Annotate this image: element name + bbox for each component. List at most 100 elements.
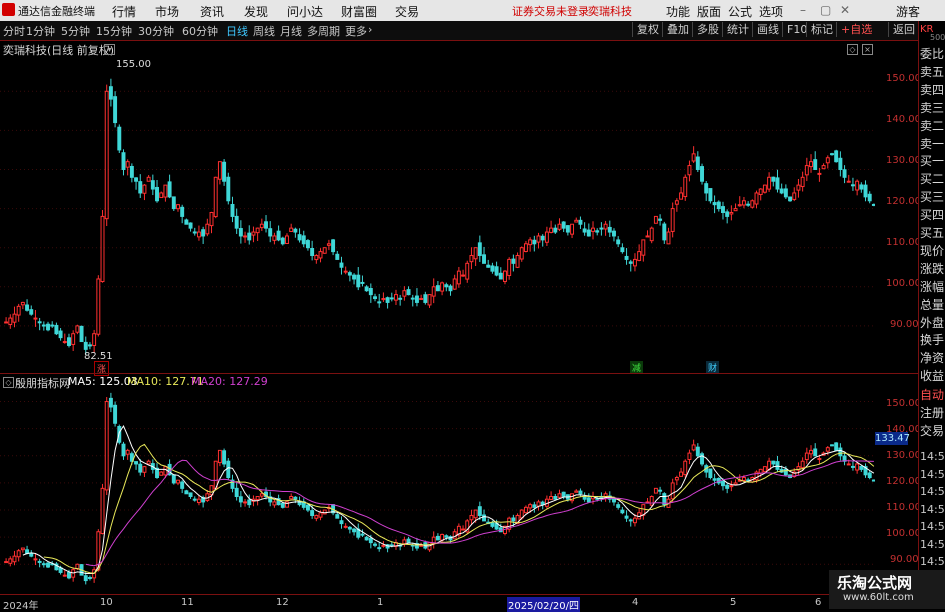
candle [71, 330, 76, 351]
indicator-settings-icon[interactable]: ◇ [3, 377, 14, 388]
menu-wenxiaoda[interactable]: 问小达 [287, 3, 323, 20]
candle [62, 333, 67, 344]
period-60min[interactable]: 60分钟 [182, 23, 218, 39]
watermark-url: www.60lt.com [843, 592, 914, 603]
candle [385, 296, 390, 309]
menu-caifuquan[interactable]: 财富圈 [341, 3, 377, 20]
candle-body [750, 200, 755, 208]
period-15min[interactable]: 15分钟 [96, 23, 132, 39]
candle [16, 549, 21, 562]
panel-close-icon[interactable]: × [862, 44, 873, 55]
minimize-icon[interactable]: – [800, 3, 806, 17]
menu-shichang[interactable]: 市场 [155, 3, 179, 20]
period-month[interactable]: 月线 [280, 23, 302, 39]
menu-faxian[interactable]: 发现 [244, 3, 268, 20]
btn-back[interactable]: 返回 [888, 22, 919, 37]
btn-tongji[interactable]: 统计 [722, 22, 753, 37]
candle-body [482, 254, 486, 264]
trade-auto[interactable]: 自动 [920, 386, 945, 403]
candle-body [264, 221, 268, 229]
quote-item: 买三 [920, 190, 945, 205]
period-fenshi[interactable]: 分时 [3, 23, 25, 39]
menu-zixun[interactable]: 资讯 [200, 3, 224, 20]
stock-name-title: 奕瑞科技 [588, 5, 632, 18]
menu-banmian[interactable]: 版面 [697, 3, 721, 20]
candle [641, 239, 646, 262]
candle [767, 172, 772, 192]
trade-jiaoyi[interactable]: 交易 [920, 422, 945, 439]
period-more[interactable]: 更多 [345, 23, 367, 39]
tick-time: 14:56 [920, 555, 945, 568]
candle [222, 159, 227, 186]
candle-body [704, 183, 709, 194]
candle [184, 218, 189, 225]
indicator-chart-panel[interactable] [0, 374, 876, 594]
indicator-chart[interactable] [0, 374, 876, 594]
menu-hangqing[interactable]: 行情 [112, 3, 136, 20]
candle [666, 496, 671, 508]
period-1min[interactable]: 1分钟 [26, 23, 55, 39]
menu-gongshi[interactable]: 公式 [728, 3, 752, 20]
candle-body [389, 297, 394, 300]
period-5min[interactable]: 5分钟 [61, 23, 90, 39]
candle-body [180, 206, 185, 217]
btn-add-watchlist[interactable]: +自选 [836, 22, 876, 37]
candle [167, 174, 172, 199]
btn-fuquan[interactable]: 复权 [632, 22, 663, 37]
candle [461, 525, 466, 531]
main-chart-panel[interactable] [0, 40, 876, 373]
candle [364, 536, 369, 541]
candle-body [553, 496, 558, 500]
btn-duogu[interactable]: 多股 [692, 22, 723, 37]
candle [25, 299, 30, 312]
btn-huaxian[interactable]: 画线 [752, 22, 783, 37]
candle-body [783, 468, 788, 476]
period-multi[interactable]: 多周期 [307, 23, 340, 39]
menu-gongneng[interactable]: 功能 [666, 3, 690, 20]
candle-body [155, 186, 159, 202]
chevron-right-icon[interactable]: › [368, 23, 372, 36]
candle-body [691, 153, 696, 162]
candle [406, 536, 411, 544]
candle [540, 234, 545, 247]
user-guest[interactable]: 游客 [896, 3, 920, 20]
candle [305, 239, 310, 251]
candle-body [842, 169, 847, 178]
panel-expand-icon[interactable]: ◇ [847, 44, 858, 55]
menu-jiaoyi[interactable]: 交易 [395, 3, 419, 20]
candle-body [310, 510, 315, 516]
candle-body [511, 258, 516, 264]
candle [561, 491, 566, 500]
trade-register[interactable]: 注册 [920, 404, 945, 421]
panel-settings-icon[interactable]: ▾ [104, 44, 115, 55]
candle-body [201, 229, 206, 237]
candle [498, 267, 503, 280]
period-30min[interactable]: 30分钟 [138, 23, 174, 39]
candle [838, 443, 843, 461]
candle-body [628, 261, 633, 264]
x-axis [0, 594, 918, 610]
candlestick-chart[interactable] [0, 40, 876, 373]
candle-body [414, 295, 419, 303]
login-notice[interactable]: 证券交易未登录 [512, 3, 589, 19]
close-icon[interactable]: ✕ [840, 3, 850, 17]
candle-body [16, 305, 21, 316]
candle [217, 449, 222, 467]
candle [859, 182, 864, 193]
menu-xuanxiang[interactable]: 选项 [759, 3, 783, 20]
candle [79, 325, 84, 343]
period-week[interactable]: 周线 [253, 23, 275, 39]
candle [285, 233, 289, 245]
candle-body [867, 193, 872, 202]
candle-body [540, 235, 545, 241]
restore-icon[interactable]: ▢ [820, 3, 831, 17]
period-day[interactable]: 日线 [226, 23, 248, 39]
candle-body [452, 531, 457, 540]
candle-body [683, 176, 688, 198]
candle-body [553, 227, 558, 233]
candle-body [394, 294, 398, 301]
btn-diejia[interactable]: 叠加 [662, 22, 693, 37]
candle [465, 519, 470, 535]
candle [750, 199, 755, 209]
candle-body [8, 317, 13, 325]
